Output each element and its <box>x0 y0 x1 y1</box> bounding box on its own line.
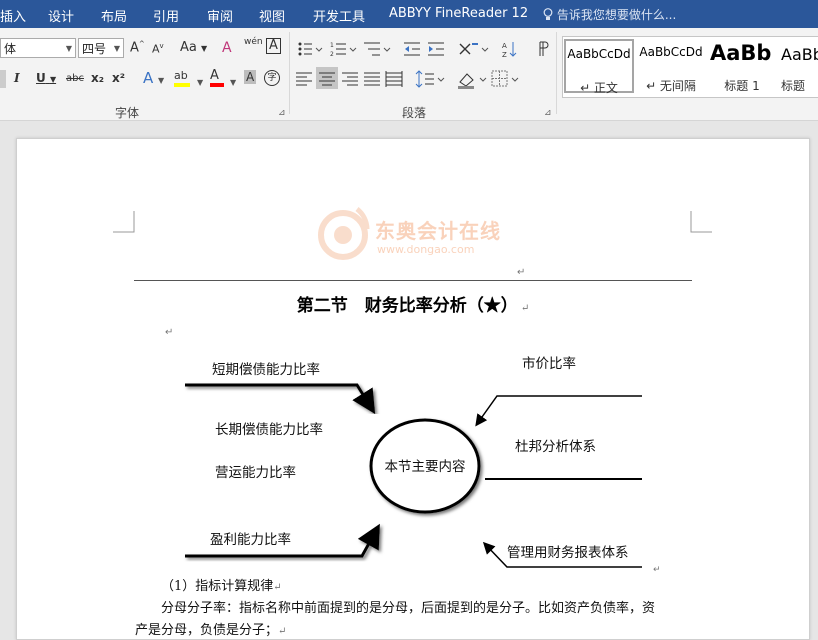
distributed-button[interactable] <box>385 71 403 87</box>
decrease-indent-button[interactable] <box>404 42 420 56</box>
paragraph-mark: ↵ <box>517 267 526 278</box>
label-dupont: 杜邦分析体系 <box>515 439 596 455</box>
tab-review[interactable]: 审阅 <box>207 6 233 25</box>
watermark-logo: 东奥会计在线 www.dongao.com <box>313 195 523 275</box>
arrow-short-term <box>185 383 376 415</box>
align-left-button[interactable] <box>296 72 312 86</box>
multilevel-list-button[interactable] <box>364 42 391 56</box>
tab-references[interactable]: 引用 <box>153 6 179 25</box>
highlight-button[interactable]: ab <box>174 68 190 87</box>
document-canvas: 东奥会计在线 www.dongao.com ↵ 第二节 财务比率分析（★） ↵ … <box>0 121 818 640</box>
font-name-combo[interactable]: 体 ▼ <box>0 38 76 58</box>
sort-button[interactable]: AZ <box>502 42 517 59</box>
paragraph-mark: ↵ <box>653 565 661 574</box>
bullets-button[interactable] <box>298 42 323 56</box>
document-page[interactable]: 东奥会计在线 www.dongao.com ↵ 第二节 财务比率分析（★） ↵ … <box>16 138 810 640</box>
watermark-text: 东奥会计在线 <box>375 219 501 243</box>
borders-button[interactable] <box>491 70 519 87</box>
tab-layout[interactable]: 布局 <box>101 6 127 25</box>
align-center-button-bg[interactable] <box>316 67 338 89</box>
style-title[interactable]: AaBb 标题 <box>781 39 818 93</box>
divider <box>289 32 290 114</box>
character-shading-button[interactable]: A <box>244 70 257 84</box>
clear-format-button[interactable]: A <box>222 40 232 56</box>
section-title: 第二节 财务比率分析（★） ↵ <box>296 296 530 316</box>
crop-mark-left <box>113 211 135 233</box>
label-operating: 营运能力比率 <box>215 464 296 481</box>
label-short-term: 短期偿债能力比率 <box>212 361 320 378</box>
chevron-down-icon: ▼ <box>65 44 72 53</box>
svg-text:A: A <box>502 42 507 50</box>
paragraph-2: 分母分子率：指标名称中前面提到的是分母，后面提到的是分子。比如资产负债率，资 <box>161 601 656 616</box>
tab-insert[interactable]: 插入 <box>0 6 26 25</box>
phonetic-guide-button[interactable]: wén <box>244 37 263 47</box>
label-market: 市价比率 <box>522 355 576 372</box>
tab-abbyy[interactable]: ABBYY FineReader 12 <box>389 6 528 21</box>
increase-indent-button[interactable] <box>428 42 444 56</box>
chevron-down-icon[interactable]: ▼ <box>197 78 203 87</box>
italic-button[interactable]: I <box>14 71 20 85</box>
numbering-button[interactable]: 12 <box>330 42 357 58</box>
ribbon: 体 ▼ 四号 ▼ A^ Av Aa ▼ A wén A I U ▼ abc x₂ x… <box>0 28 818 121</box>
line-spacing-button[interactable] <box>415 70 445 88</box>
svg-text:Z: Z <box>502 51 507 59</box>
underline-button[interactable]: U ▼ <box>36 71 56 85</box>
group-label-font: 字体 <box>115 106 140 120</box>
ribbon-tab-bar: 插入 设计 布局 引用 审阅 视图 开发工具 ABBYY FineReader … <box>0 0 818 28</box>
text-effects-button[interactable]: A ▼ <box>143 69 164 87</box>
lightbulb-icon <box>543 8 553 20</box>
arrow-market <box>475 395 642 427</box>
styles-gallery: AaBbCcDd ↵ 正文 AaBbCcDd ↵ 无间隔 AaBb 标题 1 A… <box>562 36 818 98</box>
content-diagram: 短期偿债能力比率 长期偿债能力比率 营运能力比率 盈利能力比率 本节主要内容 市… <box>185 355 661 574</box>
show-formatting-marks-button[interactable] <box>539 41 549 56</box>
grow-font-button[interactable]: A^ <box>130 40 145 55</box>
justify-button[interactable] <box>364 72 380 86</box>
strikethrough-button[interactable]: abc <box>66 73 84 84</box>
group-label-paragraph: 段落 <box>402 106 427 120</box>
align-right-button[interactable] <box>342 72 358 86</box>
font-color-button[interactable]: A <box>210 68 224 87</box>
tab-view[interactable]: 视图 <box>259 6 285 25</box>
shading-button[interactable] <box>458 73 487 89</box>
font-size-value: 四号 <box>82 42 107 56</box>
font-size-combo[interactable]: 四号 ▼ <box>78 38 124 58</box>
style-normal[interactable]: AaBbCcDd ↵ 正文 <box>564 39 634 95</box>
header-rule <box>134 280 692 281</box>
label-long-term: 长期偿债能力比率 <box>215 421 323 438</box>
bold-button[interactable] <box>0 70 6 88</box>
enclose-characters-button[interactable]: 字 <box>264 70 280 86</box>
crop-mark-right <box>690 211 712 233</box>
style-no-spacing[interactable]: AaBbCcDd ↵ 无间隔 <box>636 39 706 93</box>
shrink-font-button[interactable]: Av <box>152 42 164 56</box>
chinese-layout-button[interactable] <box>459 43 489 55</box>
subscript-button[interactable]: x₂ <box>91 71 104 85</box>
tab-design[interactable]: 设计 <box>48 6 74 25</box>
paragraph-dialog-launcher-icon[interactable]: ⊿ <box>544 108 552 118</box>
tell-me-box[interactable]: 告诉我您想要做什么... <box>543 6 676 23</box>
style-heading-1[interactable]: AaBb 标题 1 <box>710 39 774 93</box>
svg-text:2: 2 <box>330 51 334 58</box>
tab-developer[interactable]: 开发工具 <box>313 6 365 25</box>
change-case-button[interactable]: Aa ▼ <box>180 40 207 55</box>
divider <box>556 32 557 114</box>
label-profitability: 盈利能力比率 <box>210 531 291 548</box>
character-border-button[interactable]: A <box>266 38 281 54</box>
label-center: 本节主要内容 <box>385 458 466 475</box>
chevron-down-icon[interactable]: ▼ <box>230 78 236 87</box>
chevron-down-icon: ▼ <box>113 44 120 53</box>
font-dialog-launcher-icon[interactable]: ⊿ <box>278 108 286 118</box>
paragraph-1: （1）指标计算规律↵ <box>161 579 282 594</box>
superscript-button[interactable]: x² <box>112 71 125 85</box>
label-management: 管理用财务报表体系 <box>507 545 629 561</box>
font-name-value: 体 <box>4 42 17 56</box>
tell-me-text: 告诉我您想要做什么... <box>556 8 677 22</box>
svg-text:1: 1 <box>330 42 334 49</box>
watermark-url: www.dongao.com <box>377 243 475 256</box>
